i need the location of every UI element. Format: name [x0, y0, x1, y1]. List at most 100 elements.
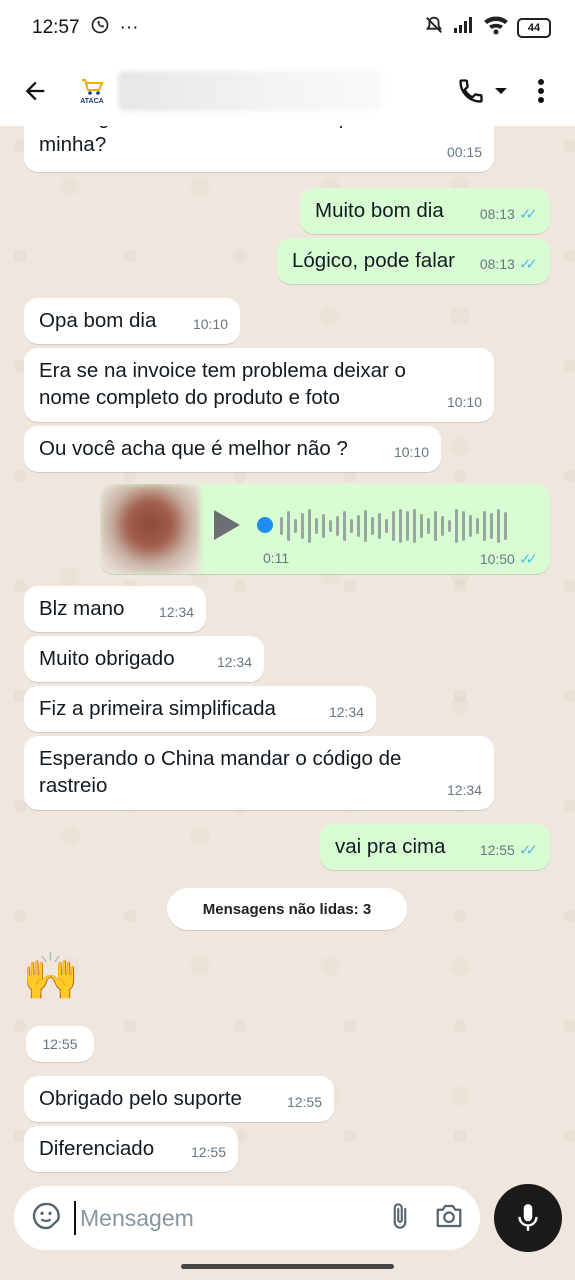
- sticker-icon: [32, 1202, 60, 1229]
- read-ticks-icon: ✓✓: [518, 551, 538, 568]
- contact-name-redacted[interactable]: [118, 71, 383, 111]
- message-meta: 08:13 ✓✓: [480, 201, 538, 228]
- message-meta: 12:34: [329, 699, 364, 726]
- message-incoming[interactable]: Fiz a primeira simplificada 12:34: [24, 686, 376, 732]
- message-outgoing[interactable]: Muito bom dia 08:13 ✓✓: [300, 188, 550, 234]
- message-time: 08:13: [479, 206, 515, 222]
- unread-messages-banner: Mensagens não lidas: 3: [167, 888, 407, 930]
- message-meta: 12:55: [191, 1139, 226, 1166]
- overflow-dots-icon: ···: [119, 17, 139, 38]
- status-time: 12:57: [32, 17, 80, 38]
- attach-button[interactable]: [386, 1201, 414, 1236]
- message-time: 10:10: [393, 444, 429, 460]
- call-options-dropdown[interactable]: [493, 73, 509, 109]
- sender-avatar-blurred: [100, 484, 200, 574]
- status-right: 44: [423, 14, 551, 42]
- message-meta: 10:10: [447, 389, 482, 416]
- more-vert-icon: [538, 79, 544, 103]
- signal-icon: [453, 16, 475, 40]
- read-ticks-icon: ✓✓: [518, 256, 538, 273]
- message-time: 10:10: [446, 394, 482, 410]
- more-options-button[interactable]: [523, 73, 559, 109]
- message-time: 12:55: [479, 842, 515, 858]
- message-time: 12:34: [328, 704, 364, 720]
- message-incoming[interactable]: Muito obrigado 12:34: [24, 636, 264, 682]
- message-meta: 12:34: [159, 599, 194, 626]
- message-text: Era se na invoice tem problema deixar o …: [39, 359, 406, 409]
- message-time: 10:10: [192, 316, 228, 332]
- back-button[interactable]: [18, 74, 52, 108]
- mic-icon: [518, 1204, 538, 1231]
- camera-icon: [436, 1204, 462, 1227]
- sticker-button[interactable]: [30, 1200, 62, 1237]
- message-input[interactable]: [74, 1201, 324, 1235]
- shopping-cart-icon: [82, 78, 104, 95]
- attach-icon: [393, 1202, 407, 1229]
- voice-record-button[interactable]: [494, 1184, 562, 1252]
- message-time: 12:34: [216, 654, 252, 670]
- message-incoming[interactable]: Ou você acha que é melhor não ? 10:10: [24, 426, 441, 472]
- status-left: 12:57 ···: [32, 15, 139, 41]
- message-time: 12:55: [42, 1035, 78, 1052]
- message-meta: 12:34: [217, 649, 252, 676]
- dropdown-caret-icon: [495, 88, 507, 94]
- message-text: Ou você acha que é melhor não ?: [39, 437, 348, 460]
- play-icon: [214, 510, 240, 540]
- composer-bar: [0, 1184, 575, 1254]
- phone-icon: [459, 79, 483, 103]
- message-time: 10:50: [479, 551, 515, 567]
- message-meta: 08:13 ✓✓: [480, 251, 538, 278]
- message-outgoing[interactable]: Lógico, pode falar 08:13 ✓✓: [277, 238, 550, 284]
- message-time: 12:55: [190, 1144, 226, 1160]
- wifi-icon: [483, 15, 509, 41]
- emoji-message[interactable]: 🙌: [22, 948, 79, 1004]
- read-ticks-icon: ✓✓: [518, 842, 538, 859]
- message-time: 00:15: [446, 144, 482, 160]
- message-incoming[interactable]: Consegue sanar uma dúvida simples minha?…: [24, 126, 494, 172]
- message-outgoing[interactable]: vai pra cima 12:55 ✓✓: [320, 824, 550, 870]
- chat-header: ATACA: [0, 56, 575, 126]
- message-meta: 12:34: [447, 777, 482, 804]
- message-incoming[interactable]: Blz mano 12:34: [24, 586, 206, 632]
- home-indicator[interactable]: [181, 1264, 394, 1269]
- message-text: Fiz a primeira simplificada: [39, 697, 276, 720]
- message-meta: 10:50 ✓✓: [480, 550, 538, 568]
- message-meta: 00:15: [447, 139, 482, 166]
- message-text: Consegue sanar uma dúvida simples minha?: [39, 126, 376, 156]
- message-time: 12:34: [446, 782, 482, 798]
- message-incoming[interactable]: Diferenciado 12:55: [24, 1126, 238, 1172]
- message-meta: 12:55 ✓✓: [480, 837, 538, 864]
- chat-area[interactable]: Consegue sanar uma dúvida simples minha?…: [0, 126, 575, 1184]
- voice-progress-handle[interactable]: [257, 517, 273, 533]
- voice-duration: 0:11: [263, 550, 290, 566]
- message-time: 12:34: [158, 604, 194, 620]
- message-time: 08:13: [479, 256, 515, 272]
- message-meta: 12:55: [287, 1089, 322, 1116]
- system-nav-bar: [0, 1254, 575, 1280]
- avatar[interactable]: ATACA: [70, 69, 114, 113]
- emoji-message-time-chip: 12:55: [26, 1026, 94, 1062]
- back-arrow-icon: [25, 81, 45, 101]
- message-incoming[interactable]: Opa bom dia 10:10: [24, 298, 240, 344]
- message-time: 12:55: [286, 1094, 322, 1110]
- composer-box: [14, 1186, 480, 1250]
- status-bar: 12:57 ··· 44: [0, 0, 575, 56]
- voice-waveform[interactable]: [280, 506, 507, 546]
- avatar-logo-text: ATACA: [80, 97, 104, 105]
- voice-call-button[interactable]: [453, 73, 489, 109]
- camera-button[interactable]: [434, 1202, 464, 1235]
- battery-indicator: 44: [517, 18, 551, 38]
- read-ticks-icon: ✓✓: [518, 206, 538, 223]
- play-button[interactable]: [212, 508, 242, 547]
- message-text: Obrigado pelo suporte: [39, 1087, 242, 1110]
- voice-message-outgoing[interactable]: 0:11 10:50 ✓✓: [100, 484, 550, 574]
- message-incoming[interactable]: Era se na invoice tem problema deixar o …: [24, 348, 494, 422]
- message-meta: 10:10: [394, 439, 429, 466]
- whatsapp-icon: [90, 15, 110, 41]
- message-text: Esperando o China mandar o código de ras…: [39, 747, 402, 797]
- message-incoming[interactable]: Esperando o China mandar o código de ras…: [24, 736, 494, 810]
- mute-icon: [423, 14, 445, 42]
- header-actions: [453, 73, 559, 109]
- message-meta: 10:10: [193, 311, 228, 338]
- message-incoming[interactable]: Obrigado pelo suporte 12:55: [24, 1076, 334, 1122]
